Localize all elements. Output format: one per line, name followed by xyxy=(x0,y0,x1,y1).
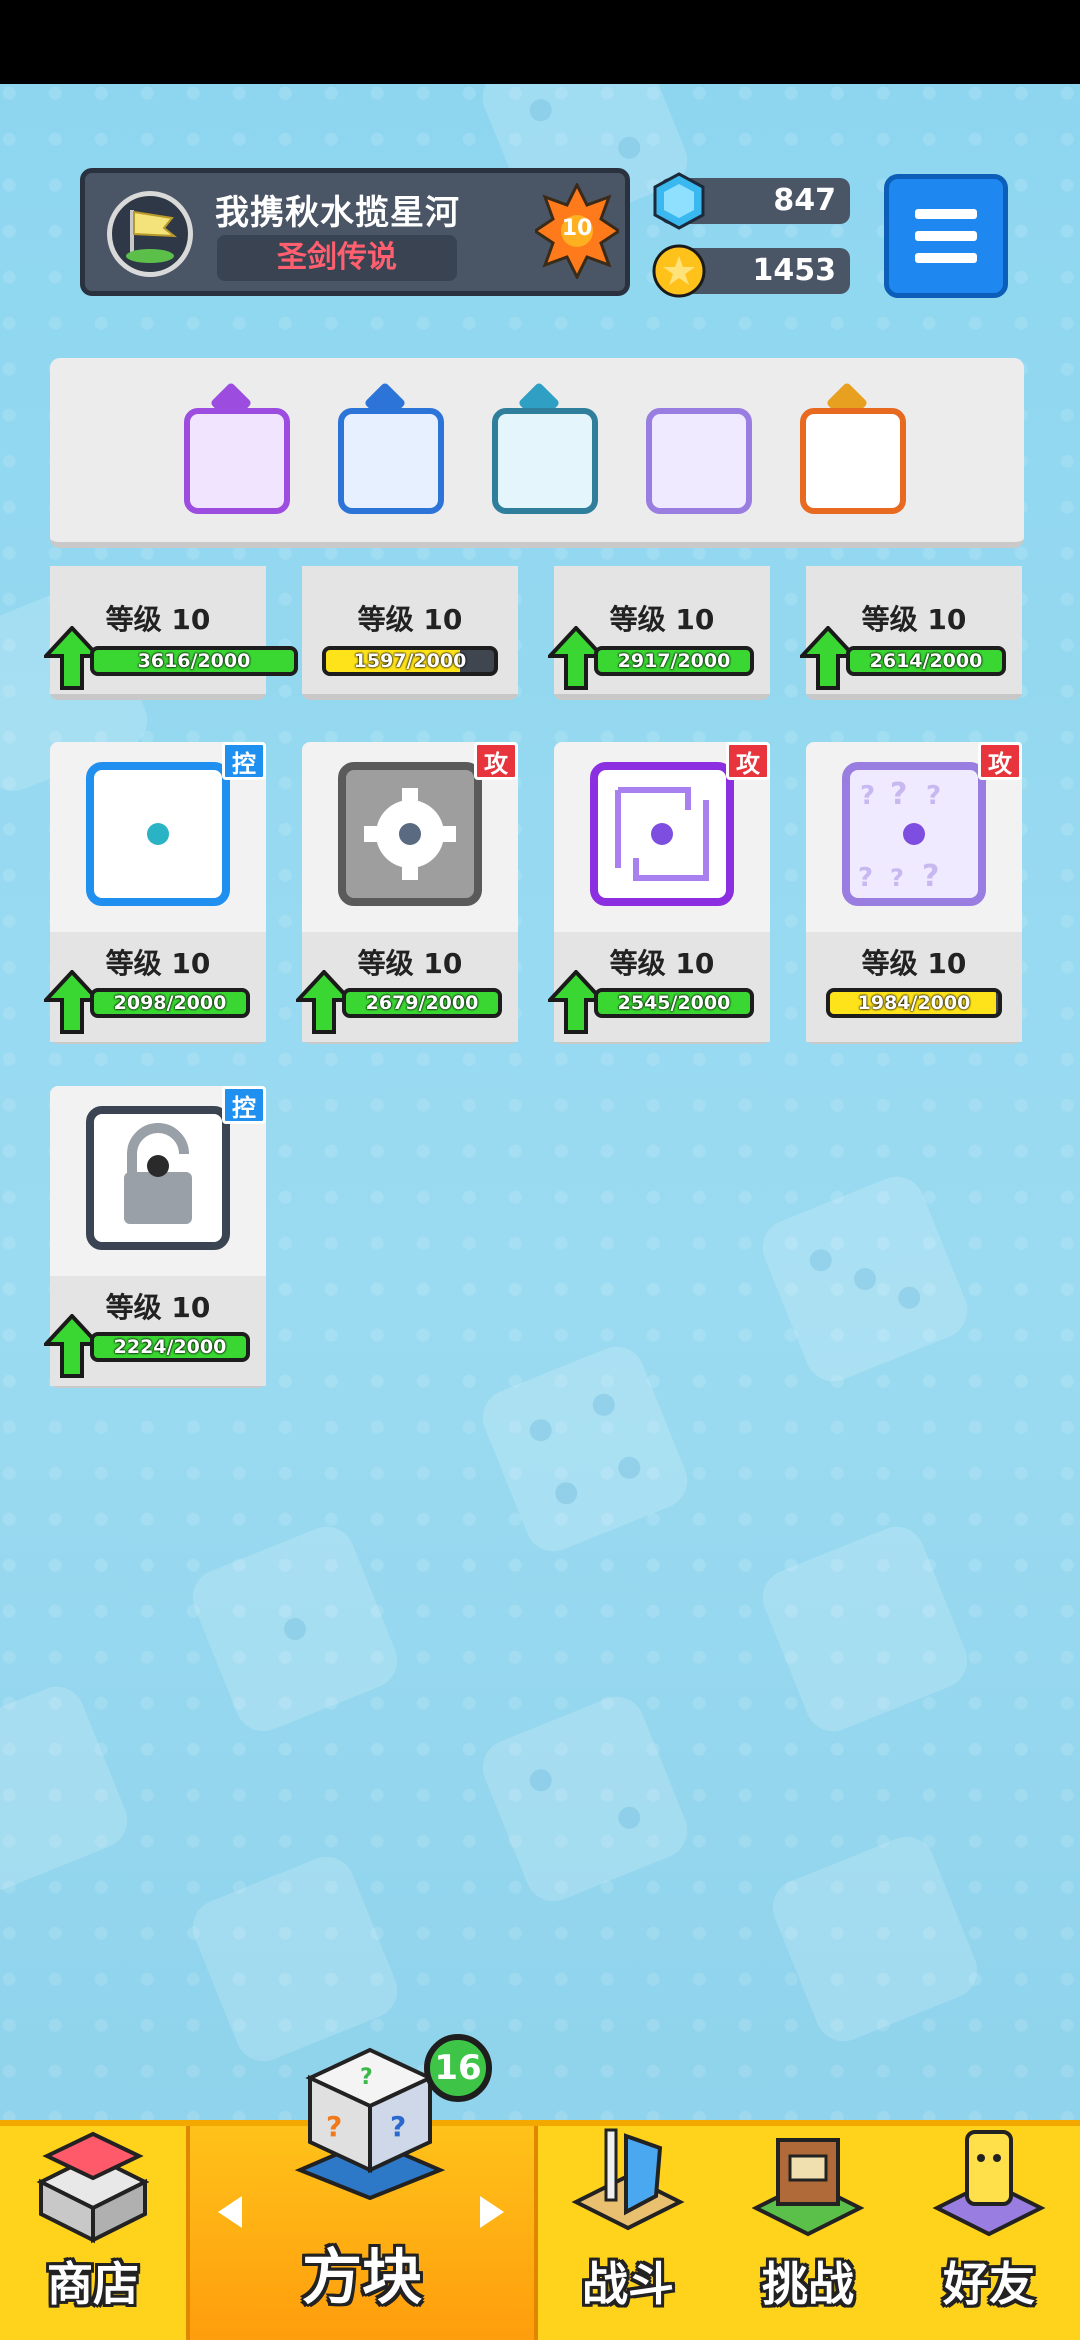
menu-button[interactable] xyxy=(884,174,1008,298)
lock-dice-icon xyxy=(86,1106,230,1250)
dice-card[interactable]: 等级 10 2917/2000 xyxy=(548,566,770,700)
deck-slot-galaxy[interactable] xyxy=(176,381,290,514)
dice-card[interactable]: 等级 10 2614/2000 xyxy=(800,566,1022,700)
mystery-dice-icon: ?????? xyxy=(842,762,986,906)
galaxy-dice-icon xyxy=(184,408,290,514)
card-progress: 2098/2000 xyxy=(113,992,227,1014)
card-level: 等级 10 xyxy=(357,603,463,636)
svg-text:?: ? xyxy=(890,777,907,812)
prev-arrow-icon[interactable] xyxy=(218,2196,242,2228)
card-progress: 1597/2000 xyxy=(353,650,467,672)
gem-icon xyxy=(653,172,705,230)
gem-count: 847 xyxy=(773,183,836,218)
nav-shop-label: 商店 xyxy=(47,2257,139,2311)
dice-card-cycle[interactable]: 攻 等级 10 2545/2000 xyxy=(548,742,770,1044)
battle-icon xyxy=(571,2128,685,2231)
mystery-dice-icon xyxy=(646,408,752,514)
svg-text:?: ? xyxy=(858,863,873,893)
gold-coin-icon xyxy=(652,244,706,298)
card-level: 等级 10 xyxy=(861,947,967,980)
rank-badge: 10 xyxy=(532,181,622,281)
control-tag: 控 xyxy=(222,1086,266,1124)
deck-slot-whirlwind[interactable] xyxy=(484,381,598,514)
equipped-deck xyxy=(50,358,1024,548)
card-progress: 2917/2000 xyxy=(617,650,731,672)
card-progress: 2679/2000 xyxy=(365,992,479,1014)
challenge-icon xyxy=(751,2138,865,2237)
card-progress: 3616/2000 xyxy=(137,650,251,672)
card-progress: 2614/2000 xyxy=(869,650,983,672)
nav-challenge-label: 挑战 xyxy=(762,2257,854,2311)
card-progress: 1984/2000 xyxy=(857,992,971,1014)
card-progress: 2224/2000 xyxy=(113,1336,227,1358)
nav-challenge[interactable]: 挑战 xyxy=(718,2126,898,2340)
rank-level: 10 xyxy=(561,216,593,241)
next-arrow-icon[interactable] xyxy=(480,2196,504,2228)
deck-slot-infinity[interactable] xyxy=(792,381,906,514)
bottom-nav: 商店 方块 战斗 挑战 好友 xyxy=(0,2120,1080,2340)
ice-dice-icon xyxy=(86,762,230,906)
snowflake-dice-icon xyxy=(338,408,444,514)
dice-card-ice[interactable]: 控 等级 10 2098/2000 xyxy=(44,742,266,1044)
player-name: 我携秋水揽星河 xyxy=(215,193,460,233)
dice-card[interactable]: 等级 10 1597/2000 xyxy=(302,566,518,700)
dice-card-gear[interactable]: 攻 等级 10 2679/2000 xyxy=(296,742,518,1044)
attack-tag: 攻 xyxy=(474,742,518,780)
nav-friends-label: 好友 xyxy=(943,2257,1035,2311)
player-title: 圣剑传说 xyxy=(217,235,457,281)
flag-avatar-icon xyxy=(107,191,193,277)
friends-icon xyxy=(932,2130,1046,2237)
svg-text:?: ? xyxy=(860,781,875,811)
svg-text:?: ? xyxy=(926,781,941,811)
attack-tag: 攻 xyxy=(978,742,1022,780)
dice-card[interactable]: 等级 10 3616/2000 xyxy=(44,566,298,700)
dice-card-mystery[interactable]: ?????? 攻 等级 10 1984/2000 xyxy=(806,742,1022,1044)
deck-slot-snowflake[interactable] xyxy=(330,381,444,514)
nav-dice-label: 方块 xyxy=(302,2243,422,2313)
svg-text:?: ? xyxy=(326,2110,342,2143)
dice-count-badge: 16 xyxy=(424,2034,492,2102)
infinity-dice-icon xyxy=(800,408,906,514)
svg-text:?: ? xyxy=(390,2110,406,2143)
deck-slot-mystery[interactable] xyxy=(638,388,752,514)
svg-text:?: ? xyxy=(890,864,904,892)
svg-text:?: ? xyxy=(922,859,939,894)
gold-counter[interactable]: 1453 xyxy=(652,244,850,298)
player-profile-panel[interactable]: 我携秋水揽星河 圣剑传说 10 xyxy=(80,168,630,296)
nav-shop[interactable]: 商店 xyxy=(0,2126,186,2340)
whirlwind-dice-icon xyxy=(492,408,598,514)
nav-battle-label: 战斗 xyxy=(582,2257,674,2311)
cycle-dice-icon xyxy=(590,762,734,906)
gold-count: 1453 xyxy=(752,253,837,288)
card-progress: 2545/2000 xyxy=(617,992,731,1014)
hamburger-icon xyxy=(915,209,977,219)
shop-icon xyxy=(36,2131,150,2244)
control-tag: 控 xyxy=(222,742,266,780)
nav-friends[interactable]: 好友 xyxy=(898,2126,1080,2340)
attack-tag: 攻 xyxy=(726,742,770,780)
nav-battle[interactable]: 战斗 xyxy=(538,2126,718,2340)
status-bar xyxy=(0,0,1080,84)
dice-card-lock[interactable]: 控 等级 10 2224/2000 xyxy=(44,1086,266,1388)
gear-dice-icon xyxy=(338,762,482,906)
gem-counter[interactable]: 847 xyxy=(653,172,850,230)
svg-text:?: ? xyxy=(360,2065,373,2090)
